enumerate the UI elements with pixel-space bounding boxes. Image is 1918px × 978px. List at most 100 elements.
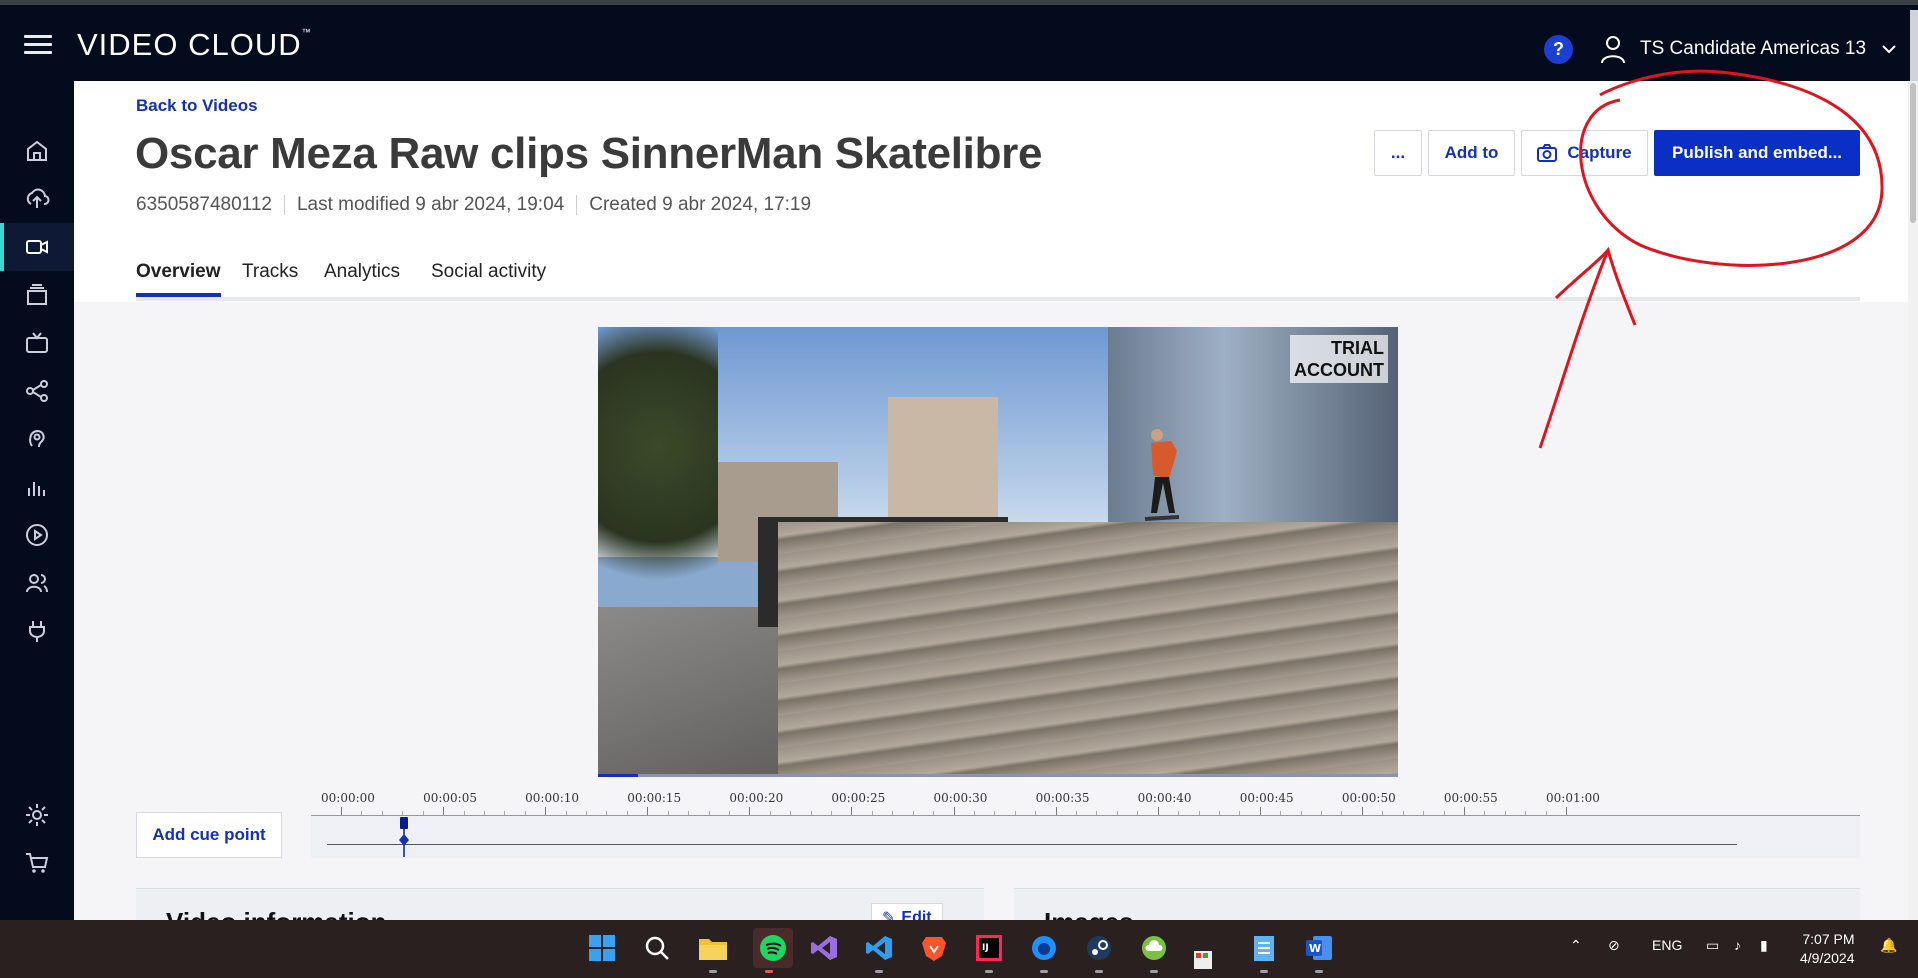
- timeline-minor-tick: [790, 811, 792, 815]
- timeline-tick-label: 00:00:55: [1443, 791, 1498, 805]
- main-scrollbar[interactable]: [1908, 81, 1918, 920]
- account-menu[interactable]: TS Candidate Americas 13: [1600, 31, 1896, 67]
- notepad-icon[interactable]: [1248, 932, 1280, 964]
- display-icon[interactable]: ▭: [1706, 937, 1719, 954]
- timeline-major-tick: [1055, 807, 1057, 815]
- videos-icon: [26, 240, 48, 254]
- timeline-minor-tick: [994, 811, 996, 815]
- nav-upload[interactable]: [0, 175, 74, 223]
- nav-settings[interactable]: [0, 791, 74, 839]
- nav-analytics[interactable]: [0, 463, 74, 511]
- chevron-down-icon: [1882, 44, 1896, 53]
- help-button[interactable]: ?: [1544, 35, 1573, 64]
- add-cue-point-button[interactable]: Add cue point: [136, 812, 282, 858]
- more-actions-button[interactable]: ...: [1374, 130, 1422, 176]
- nav-live[interactable]: [0, 319, 74, 367]
- spotify-icon[interactable]: [753, 928, 793, 968]
- timeline-minor-tick: [606, 811, 608, 815]
- battery-icon[interactable]: ▮: [1760, 937, 1768, 954]
- svg-text:W: W: [1309, 942, 1321, 955]
- timeline-minor-tick: [422, 811, 424, 815]
- back-to-videos-link[interactable]: Back to Videos: [136, 96, 258, 116]
- images-title: Images: [1044, 907, 1134, 920]
- steam-icon[interactable]: [1083, 932, 1115, 964]
- window-scrollbar[interactable]: [1910, 10, 1918, 86]
- network-off-icon[interactable]: ⊘: [1608, 937, 1620, 954]
- timeline-major-tick: [1157, 807, 1159, 815]
- chevron-up-icon[interactable]: ⌃: [1570, 937, 1582, 954]
- firefox-icon[interactable]: [1028, 932, 1060, 964]
- timeline-tick-label: 00:00:35: [1035, 791, 1090, 805]
- cue-point-timeline[interactable]: 00:00:00 00:00:05 00:00:10 00:00:15 00:00:20…: [311, 791, 1860, 867]
- hamburger-menu-icon[interactable]: [24, 35, 52, 55]
- nav-videos[interactable]: [0, 223, 74, 271]
- timeline-tick-label: 00:00:05: [423, 791, 477, 805]
- tab-underline-rule: [136, 297, 1860, 301]
- cloud-app-icon[interactable]: [1138, 932, 1170, 964]
- timeline-minor-tick: [1218, 811, 1220, 815]
- timeline-minor-tick: [586, 811, 587, 815]
- timeline-major-tick: [1361, 807, 1363, 815]
- notification-bell-icon[interactable]: 🔔: [1880, 937, 1897, 954]
- search-icon[interactable]: [641, 932, 673, 964]
- timeline-minor-tick: [1382, 811, 1384, 815]
- file-explorer-icon[interactable]: [697, 932, 729, 964]
- timeline-tick-label: 00:00:10: [525, 791, 580, 805]
- nav-audience[interactable]: [0, 415, 74, 463]
- brave-icon[interactable]: [918, 932, 950, 964]
- social-icon: [26, 380, 48, 402]
- tab-overview[interactable]: Overview: [136, 261, 221, 297]
- paint-icon[interactable]: [1193, 950, 1213, 970]
- nav-playlists[interactable]: [0, 271, 74, 319]
- tab-analytics[interactable]: Analytics: [324, 261, 400, 293]
- main-content: Back to Videos Oscar Meza Raw clips Sinn…: [74, 81, 1918, 920]
- timeline-minor-tick: [402, 811, 404, 815]
- video-player[interactable]: TRIAL ACCOUNT: [598, 327, 1398, 777]
- word-icon[interactable]: W: [1303, 932, 1335, 964]
- nav-players[interactable]: [0, 511, 74, 559]
- settings-icon: [26, 804, 48, 826]
- brand-logo[interactable]: VIDEO CLOUD™: [77, 27, 312, 63]
- cart-icon: [26, 853, 49, 873]
- tab-social-activity[interactable]: Social activity: [431, 261, 546, 293]
- timeline-minor-tick: [1116, 811, 1118, 815]
- timeline-minor-tick: [361, 811, 363, 815]
- timeline-major-tick: [749, 807, 751, 815]
- timeline-minor-tick: [626, 811, 628, 815]
- video-progress-bar[interactable]: [598, 774, 1398, 777]
- timeline-minor-tick: [1525, 811, 1527, 815]
- video-meta: 6350587480112 Last modified 9 abr 2024, …: [136, 194, 811, 216]
- intellij-icon[interactable]: IJ: [973, 932, 1005, 964]
- timeline-minor-tick: [1096, 811, 1098, 815]
- system-clock[interactable]: 7:07 PM 4/9/2024: [1800, 930, 1855, 968]
- timeline-minor-tick: [688, 811, 690, 815]
- nav-home[interactable]: [0, 127, 74, 175]
- nav-users[interactable]: [0, 559, 74, 607]
- home-icon: [27, 140, 47, 161]
- analytics-icon: [28, 482, 45, 496]
- capture-button[interactable]: Capture: [1521, 130, 1648, 176]
- nav-cart[interactable]: [0, 839, 74, 887]
- pencil-icon: ✎: [882, 910, 896, 920]
- timeline-minor-tick: [831, 811, 832, 815]
- nav-social[interactable]: [0, 367, 74, 415]
- timeline-tick-label: 00:00:40: [1137, 791, 1192, 805]
- upload-icon: [26, 188, 50, 208]
- tab-tracks[interactable]: Tracks: [242, 261, 298, 293]
- timeline-minor-tick: [1178, 811, 1180, 815]
- volume-icon[interactable]: ♪: [1734, 937, 1741, 953]
- timeline-major-tick: [1566, 807, 1567, 815]
- timeline-minor-tick: [1545, 811, 1547, 815]
- nav-plugins[interactable]: [0, 607, 74, 655]
- timeline-tick-label: 00:00:00: [321, 791, 375, 805]
- edit-button[interactable]: ✎ Edit: [871, 903, 943, 920]
- divider: [283, 195, 285, 215]
- add-to-button[interactable]: Add to: [1428, 130, 1515, 176]
- publish-and-embed-button[interactable]: Publish and embed...: [1654, 130, 1860, 176]
- timeline-minor-tick: [667, 811, 669, 815]
- windows-start-icon[interactable]: [586, 932, 618, 964]
- visual-studio-icon[interactable]: [808, 932, 840, 964]
- language-indicator[interactable]: ENG: [1652, 937, 1682, 953]
- vscode-icon[interactable]: [863, 932, 895, 964]
- timeline-playhead[interactable]: [399, 817, 410, 857]
